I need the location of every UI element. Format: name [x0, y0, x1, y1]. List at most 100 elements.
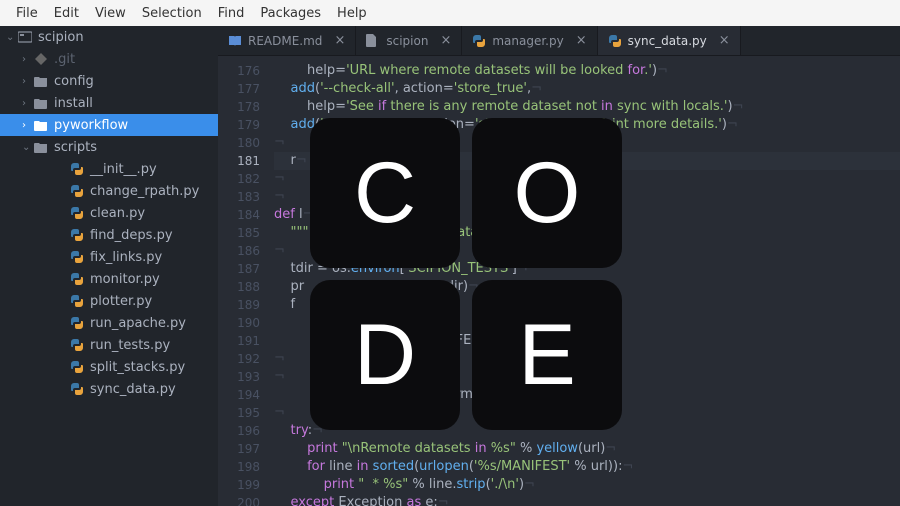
file-__init__-py[interactable]: __init__.py [0, 158, 218, 180]
file-change_rpath-py[interactable]: change_rpath.py [0, 180, 218, 202]
code-line[interactable]: set format") % folder¬ [274, 386, 900, 404]
tree-label: scipion [36, 30, 84, 45]
close-icon[interactable]: × [713, 33, 730, 48]
code-line[interactable]: help='URL where remote datasets will be … [274, 62, 900, 80]
code-line[interactable]: print "\nRemote datasets in %s" % yellow… [274, 440, 900, 458]
file--git[interactable]: ›.git [0, 48, 218, 70]
folder-scripts[interactable]: ⌄scripts [0, 136, 218, 158]
line-number: 191 [218, 332, 260, 350]
python-icon [70, 338, 88, 352]
arrow-icon: ⌄ [22, 142, 34, 153]
tab-scipion[interactable]: scipion× [356, 26, 462, 55]
tree-label: change_rpath.py [88, 184, 199, 199]
tree-label: install [52, 96, 93, 111]
code-line[interactable]: f ed( ):¬ [274, 296, 900, 314]
folder-config[interactable]: ›config [0, 70, 218, 92]
tree-label: sync_data.py [88, 382, 176, 397]
code-area[interactable]: 1761771781791801811821831841851861871881… [218, 56, 900, 506]
line-number: 186 [218, 242, 260, 260]
menu-packages[interactable]: Packages [252, 6, 329, 21]
file-plotter-py[interactable]: plotter.py [0, 290, 218, 312]
code-line[interactable]: ¬ [274, 242, 900, 260]
menu-find[interactable]: Find [210, 6, 253, 21]
file-find_deps-py[interactable]: find_deps.py [0, 224, 218, 246]
tab-sync_data-py[interactable]: sync_data.py× [598, 26, 741, 55]
code-line[interactable]: tdir = os.environ['SCIPION_TESTS']¬ [274, 260, 900, 278]
line-number: 180 [218, 134, 260, 152]
close-icon[interactable]: × [570, 33, 587, 48]
line-number: 194 [218, 386, 260, 404]
code-line[interactable]: ¬ [274, 368, 900, 386]
line-number: 185 [218, 224, 260, 242]
file-clean-py[interactable]: clean.py [0, 202, 218, 224]
folder-icon [34, 97, 52, 109]
menu-file[interactable]: File [8, 6, 46, 21]
python-icon [70, 184, 88, 198]
code-line[interactable]: ¬ [274, 134, 900, 152]
code-line[interactable]: help='See if there is any remote dataset… [274, 98, 900, 116]
tree-label: clean.py [88, 206, 145, 221]
close-icon[interactable]: × [328, 33, 345, 48]
file-split_stacks-py[interactable]: split_stacks.py [0, 356, 218, 378]
python-icon [70, 294, 88, 308]
code-line[interactable]: def l¬ [274, 206, 900, 224]
package-icon [18, 31, 36, 43]
tree-label: run_apache.py [88, 316, 186, 331]
folder-scipion[interactable]: ⌄scipion [0, 26, 218, 48]
folder-icon [34, 141, 52, 153]
tab-label: README.md [248, 34, 322, 48]
file-monitor-py[interactable]: monitor.py [0, 268, 218, 290]
close-icon[interactable]: × [434, 33, 451, 48]
line-number: 192 [218, 350, 260, 368]
file-run_apache-py[interactable]: run_apache.py [0, 312, 218, 334]
code-line[interactable]: pr ets (tdir)¬ [274, 278, 900, 296]
line-number: 197 [218, 440, 260, 458]
file-fix_links-py[interactable]: fix_links.py [0, 246, 218, 268]
line-number: 199 [218, 476, 260, 494]
folder-pyworkflow[interactable]: ›pyworkflow [0, 114, 218, 136]
code-line[interactable]: add('-v', '--verbose', action='store_tru… [274, 116, 900, 134]
code-line[interactable]: ¬ [274, 404, 900, 422]
menu-help[interactable]: Help [329, 6, 375, 21]
python-icon [70, 162, 88, 176]
code-line[interactable]: ¬ [274, 188, 900, 206]
python-icon [70, 206, 88, 220]
code-line[interactable]: oi MANIFEST')):¬ [274, 332, 900, 350]
code-line[interactable]: ¬ [274, 350, 900, 368]
tree-label: plotter.py [88, 294, 152, 309]
python-icon [70, 250, 88, 264]
arrow-icon: › [22, 98, 34, 109]
code-line[interactable]: for line in sorted(urlopen('%s/MANIFEST'… [274, 458, 900, 476]
line-number: 188 [218, 278, 260, 296]
code-line[interactable]: try:¬ [274, 422, 900, 440]
line-number: 183 [218, 188, 260, 206]
code-line[interactable]: except Exception as e:¬ [274, 494, 900, 506]
code-line[interactable]: add('--check-all', action='store_true',¬ [274, 80, 900, 98]
tab-manager-py[interactable]: manager.py× [462, 26, 597, 55]
menubar: FileEditViewSelectionFindPackagesHelp [0, 0, 900, 26]
git-icon [34, 52, 52, 66]
code-line[interactable]: ¬ [274, 170, 900, 188]
tree-view: ⌄scipion›.git›config›install›pyworkflow⌄… [0, 26, 218, 506]
menu-selection[interactable]: Selection [134, 6, 210, 21]
tree-label: find_deps.py [88, 228, 173, 243]
py-icon [472, 34, 486, 48]
file-run_tests-py[interactable]: run_tests.py [0, 334, 218, 356]
code-line[interactable]: r¬ [274, 152, 900, 170]
book-icon [228, 35, 242, 47]
file-sync_data-py[interactable]: sync_data.py [0, 378, 218, 400]
code-line[interactable]: """ atasets """¬ [274, 224, 900, 242]
menu-view[interactable]: View [87, 6, 134, 21]
tab-README-md[interactable]: README.md × [218, 26, 356, 55]
code-line[interactable]: di ¬ [274, 314, 900, 332]
python-icon [70, 382, 88, 396]
python-icon [70, 316, 88, 330]
tree-label: config [52, 74, 94, 89]
menu-edit[interactable]: Edit [46, 6, 87, 21]
line-number: 196 [218, 422, 260, 440]
code-lines[interactable]: help='URL where remote datasets will be … [268, 56, 900, 506]
folder-install[interactable]: › install [0, 92, 218, 114]
line-number: 176 [218, 62, 260, 80]
code-line[interactable]: print " * %s" % line.strip('./\n')¬ [274, 476, 900, 494]
arrow-icon: › [22, 120, 34, 131]
